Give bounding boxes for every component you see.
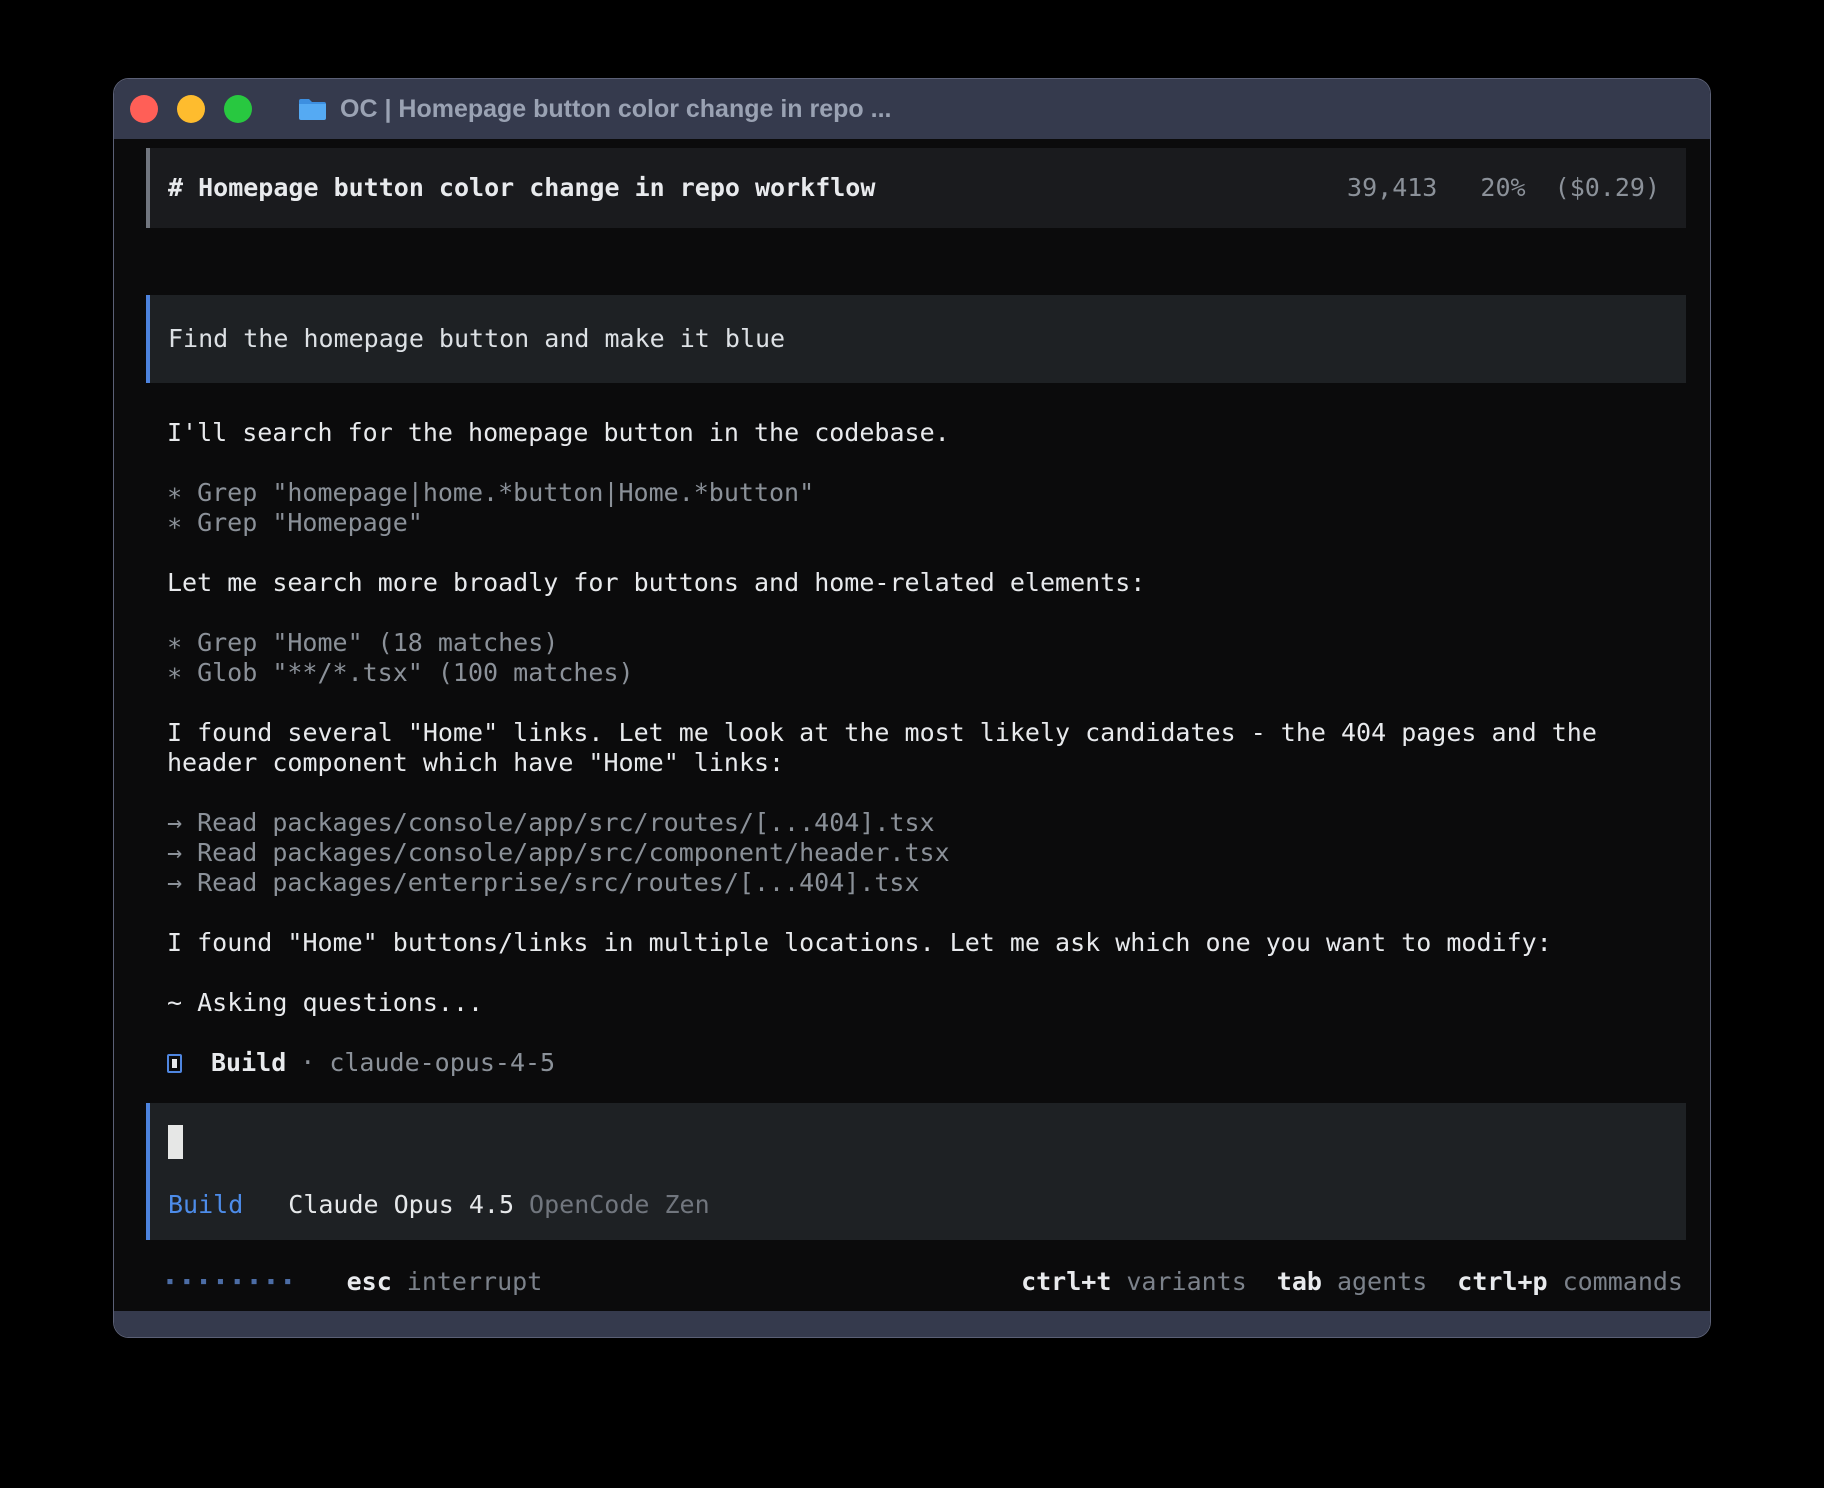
assistant-text: Let me search more broadly for buttons a… (167, 568, 1686, 598)
tool-call-read: → Read packages/enterprise/src/routes/[..… (167, 868, 1686, 898)
close-button[interactable] (130, 95, 158, 123)
user-message: Find the homepage button and make it blu… (146, 295, 1686, 383)
context-percent: 20% (1480, 173, 1525, 202)
assistant-text: I found "Home" buttons/links in multiple… (167, 928, 1686, 958)
input-meta: Build Claude Opus 4.5 OpenCode Zen (168, 1190, 1686, 1220)
agent-mode-label[interactable]: Build (168, 1190, 243, 1219)
tool-call-text: Read packages/console/app/src/component/… (197, 838, 950, 867)
shortcut-commands: ctrl+pcommands (1457, 1267, 1683, 1297)
terminal-content: # Homepage button color change in repo w… (114, 139, 1710, 1311)
tool-call-text: Grep "homepage|home.*button|Home.*button… (197, 478, 814, 507)
separator-dot: · (300, 1048, 315, 1078)
provider-label: OpenCode Zen (529, 1190, 710, 1219)
tool-call-grep: ∗ Grep "Homepage" (167, 508, 1686, 538)
read-call-group: → Read packages/console/app/src/routes/[.… (167, 808, 1686, 898)
agent-model: claude-opus-4-5 (329, 1048, 555, 1078)
minimize-button[interactable] (177, 95, 205, 123)
build-agent-icon (167, 1054, 182, 1073)
asterisk-icon: ∗ (167, 508, 182, 538)
esc-key-label: interrupt (407, 1267, 542, 1297)
terminal-window: OC | Homepage button color change in rep… (113, 78, 1711, 1338)
asterisk-icon: ∗ (167, 628, 182, 658)
token-count: 39,413 (1347, 173, 1437, 202)
prompt-input[interactable]: Build Claude Opus 4.5 OpenCode Zen (146, 1103, 1686, 1240)
shortcut-variants: ctrl+tvariants (1021, 1267, 1247, 1297)
session-stats: 39,413 20% ($0.29) (1347, 173, 1660, 203)
esc-key-hint: esc (347, 1267, 392, 1297)
window-title: OC | Homepage button color change in rep… (340, 95, 891, 124)
tool-call-read: → Read packages/console/app/src/routes/[.… (167, 808, 1686, 838)
agent-status: Build · claude-opus-4-5 (167, 1048, 1686, 1078)
agent-name: Build (211, 1048, 286, 1078)
tool-call-group: ∗ Grep "homepage|home.*button|Home.*butto… (167, 478, 1686, 538)
asterisk-icon: ∗ (167, 478, 182, 508)
tool-call-grep: ∗ Grep "homepage|home.*button|Home.*butto… (167, 478, 1686, 508)
session-title: # Homepage button color change in repo w… (168, 173, 875, 203)
assistant-text: I'll search for the homepage button in t… (167, 418, 1686, 448)
session-header: # Homepage button color change in repo w… (146, 148, 1686, 228)
tool-call-text: Grep "Homepage" (197, 508, 423, 537)
shortcut-agents: tabagents (1277, 1267, 1427, 1297)
model-label[interactable]: Claude Opus 4.5 (288, 1190, 514, 1219)
session-cost: ($0.29) (1555, 173, 1660, 202)
tool-call-text: Read packages/console/app/src/routes/[..… (197, 808, 935, 837)
status-bar: ▪▪▪▪▪▪▪▪ esc interrupt ctrl+tvariants ta… (146, 1267, 1686, 1297)
zoom-button[interactable] (224, 95, 252, 123)
user-message-text: Find the homepage button and make it blu… (168, 324, 785, 354)
tool-call-group: ∗ Grep "Home" (18 matches) ∗ Glob "**/*.ts… (167, 628, 1686, 688)
window-bottom-edge (114, 1311, 1710, 1337)
asterisk-icon: ∗ (167, 658, 182, 688)
arrow-right-icon: → (167, 838, 182, 868)
assistant-text: I found several "Home" links. Let me loo… (167, 718, 1686, 778)
tool-call-text: Grep "Home" (18 matches) (197, 628, 558, 657)
arrow-right-icon: → (167, 808, 182, 838)
window-titlebar[interactable]: OC | Homepage button color change in rep… (114, 79, 1710, 139)
tool-call-grep: ∗ Grep "Home" (18 matches) (167, 628, 1686, 658)
text-cursor (168, 1125, 183, 1159)
progress-dots: ▪▪▪▪▪▪▪▪ (166, 1267, 301, 1297)
tool-call-read: → Read packages/console/app/src/component… (167, 838, 1686, 868)
assistant-response: I'll search for the homepage button in t… (167, 418, 1686, 1078)
arrow-right-icon: → (167, 868, 182, 898)
tool-call-glob: ∗ Glob "**/*.tsx" (100 matches) (167, 658, 1686, 688)
folder-icon (297, 97, 328, 122)
tool-call-text: Read packages/enterprise/src/routes/[...… (197, 868, 919, 897)
status-line: ~ Asking questions... (167, 988, 1686, 1018)
tool-call-text: Glob "**/*.tsx" (100 matches) (197, 658, 634, 687)
